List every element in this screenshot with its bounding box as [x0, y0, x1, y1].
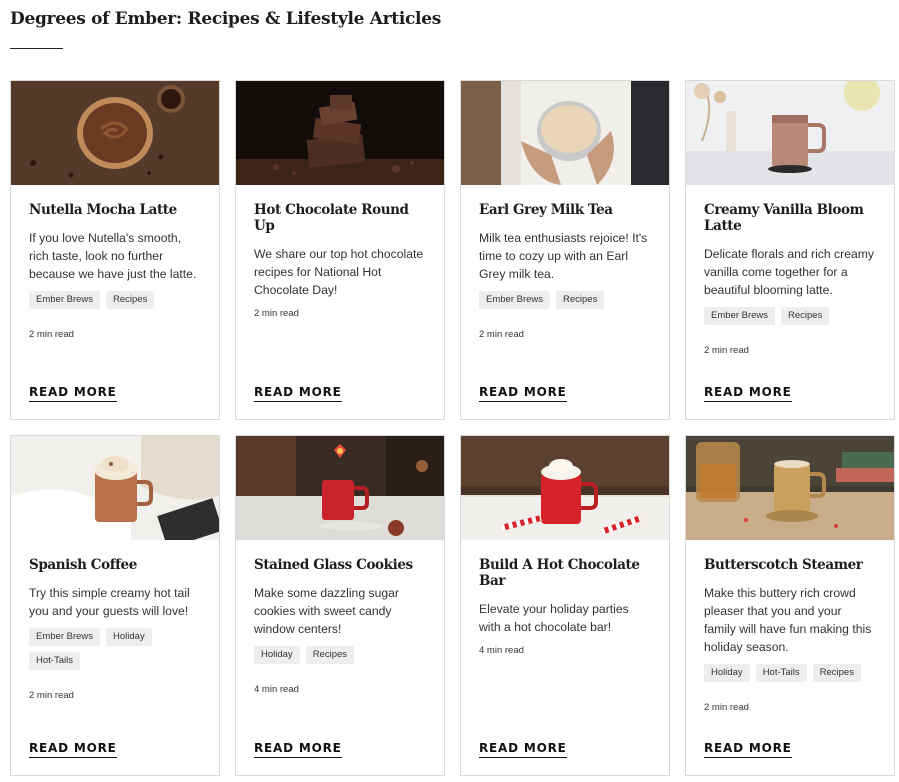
- article-excerpt: We share our top hot chocolate recipes f…: [254, 247, 424, 297]
- read-more-link[interactable]: READ MORE: [254, 741, 342, 758]
- read-time: 2 min read: [29, 690, 74, 701]
- tag-ember-brews[interactable]: Ember Brews: [704, 307, 776, 325]
- article-title[interactable]: Hot Chocolate Round Up: [254, 202, 426, 234]
- article-image[interactable]: [236, 81, 444, 185]
- tag-list: Ember Brews Recipes: [704, 307, 876, 325]
- tag-list: Holiday Hot-Tails Recipes: [704, 664, 876, 682]
- article-title[interactable]: Build A Hot Chocolate Bar: [479, 557, 651, 589]
- tag-holiday[interactable]: Holiday: [106, 628, 152, 646]
- read-time: 2 min read: [704, 702, 749, 713]
- tag-list: Ember Brews Recipes: [29, 291, 201, 309]
- tag-ember-brews[interactable]: Ember Brews: [29, 628, 101, 646]
- article-excerpt: Make some dazzling sugar cookies with sw…: [254, 586, 399, 636]
- read-more-link[interactable]: READ MORE: [29, 385, 117, 402]
- read-time: 2 min read: [29, 329, 74, 340]
- article-title[interactable]: Stained Glass Cookies: [254, 557, 426, 573]
- read-more-link[interactable]: READ MORE: [29, 741, 117, 758]
- tag-recipes[interactable]: Recipes: [781, 307, 830, 325]
- tag-recipes[interactable]: Recipes: [556, 291, 605, 309]
- article-image[interactable]: [236, 436, 444, 540]
- article-title[interactable]: Creamy Vanilla Bloom Latte: [704, 202, 876, 234]
- read-time: 2 min read: [254, 308, 299, 319]
- article-title[interactable]: Nutella Mocha Latte: [29, 202, 201, 218]
- article-image[interactable]: [461, 81, 669, 185]
- article-card: Butterscotch Steamer Make this buttery r…: [685, 435, 895, 776]
- article-excerpt: Make this buttery rich crowd pleaser tha…: [704, 586, 872, 654]
- read-time: 2 min read: [704, 345, 749, 356]
- read-more-link[interactable]: READ MORE: [704, 385, 792, 402]
- page-title: Degrees of Ember: Recipes & Lifestyle Ar…: [10, 9, 441, 29]
- tag-hot-tails[interactable]: Hot-Tails: [755, 664, 807, 682]
- article-title[interactable]: Butterscotch Steamer: [704, 557, 876, 573]
- article-excerpt: Try this simple creamy hot tail you and …: [29, 586, 190, 618]
- article-card: Build A Hot Chocolate Bar Elevate your h…: [460, 435, 670, 776]
- article-image[interactable]: [11, 436, 219, 540]
- tag-ember-brews[interactable]: Ember Brews: [479, 291, 551, 309]
- article-card: Stained Glass Cookies Make some dazzling…: [235, 435, 445, 776]
- read-more-link[interactable]: READ MORE: [479, 741, 567, 758]
- title-divider: [10, 48, 63, 49]
- read-more-link[interactable]: READ MORE: [254, 385, 342, 402]
- article-card: Hot Chocolate Round Up We share our top …: [235, 80, 445, 420]
- tag-list: Ember Brews Holiday Hot-Tails: [29, 628, 201, 670]
- article-image[interactable]: [11, 81, 219, 185]
- read-more-link[interactable]: READ MORE: [479, 385, 567, 402]
- read-more-link[interactable]: READ MORE: [704, 741, 792, 758]
- tag-holiday[interactable]: Holiday: [704, 664, 750, 682]
- article-card: Spanish Coffee Try this simple creamy ho…: [10, 435, 220, 776]
- article-card: Earl Grey Milk Tea Milk tea enthusiasts …: [460, 80, 670, 420]
- tag-ember-brews[interactable]: Ember Brews: [29, 291, 101, 309]
- tag-recipes[interactable]: Recipes: [106, 291, 155, 309]
- tag-holiday[interactable]: Holiday: [254, 646, 300, 664]
- article-image[interactable]: [686, 436, 894, 540]
- tag-list: Ember Brews Recipes: [479, 291, 651, 309]
- tag-list: Holiday Recipes: [254, 646, 426, 664]
- article-card: Creamy Vanilla Bloom Latte Delicate flor…: [685, 80, 895, 420]
- tag-recipes[interactable]: Recipes: [305, 646, 355, 664]
- article-excerpt: Delicate florals and rich creamy vanilla…: [704, 247, 875, 297]
- article-excerpt: Milk tea enthusiasts rejoice! It's time …: [479, 231, 648, 281]
- tag-recipes[interactable]: Recipes: [812, 664, 861, 682]
- article-card: Nutella Mocha Latte If you love Nutella'…: [10, 80, 220, 420]
- article-title[interactable]: Earl Grey Milk Tea: [479, 202, 651, 218]
- article-excerpt: Elevate your holiday parties with a hot …: [479, 602, 629, 634]
- read-time: 4 min read: [479, 645, 524, 656]
- read-time: 2 min read: [479, 329, 524, 340]
- read-time: 4 min read: [254, 684, 299, 695]
- article-image[interactable]: [686, 81, 894, 185]
- article-title[interactable]: Spanish Coffee: [29, 557, 201, 573]
- article-grid: Nutella Mocha Latte If you love Nutella'…: [10, 80, 895, 776]
- tag-hot-tails[interactable]: Hot-Tails: [29, 652, 80, 670]
- article-excerpt: If you love Nutella's smooth, rich taste…: [29, 231, 197, 281]
- article-image[interactable]: [461, 436, 669, 540]
